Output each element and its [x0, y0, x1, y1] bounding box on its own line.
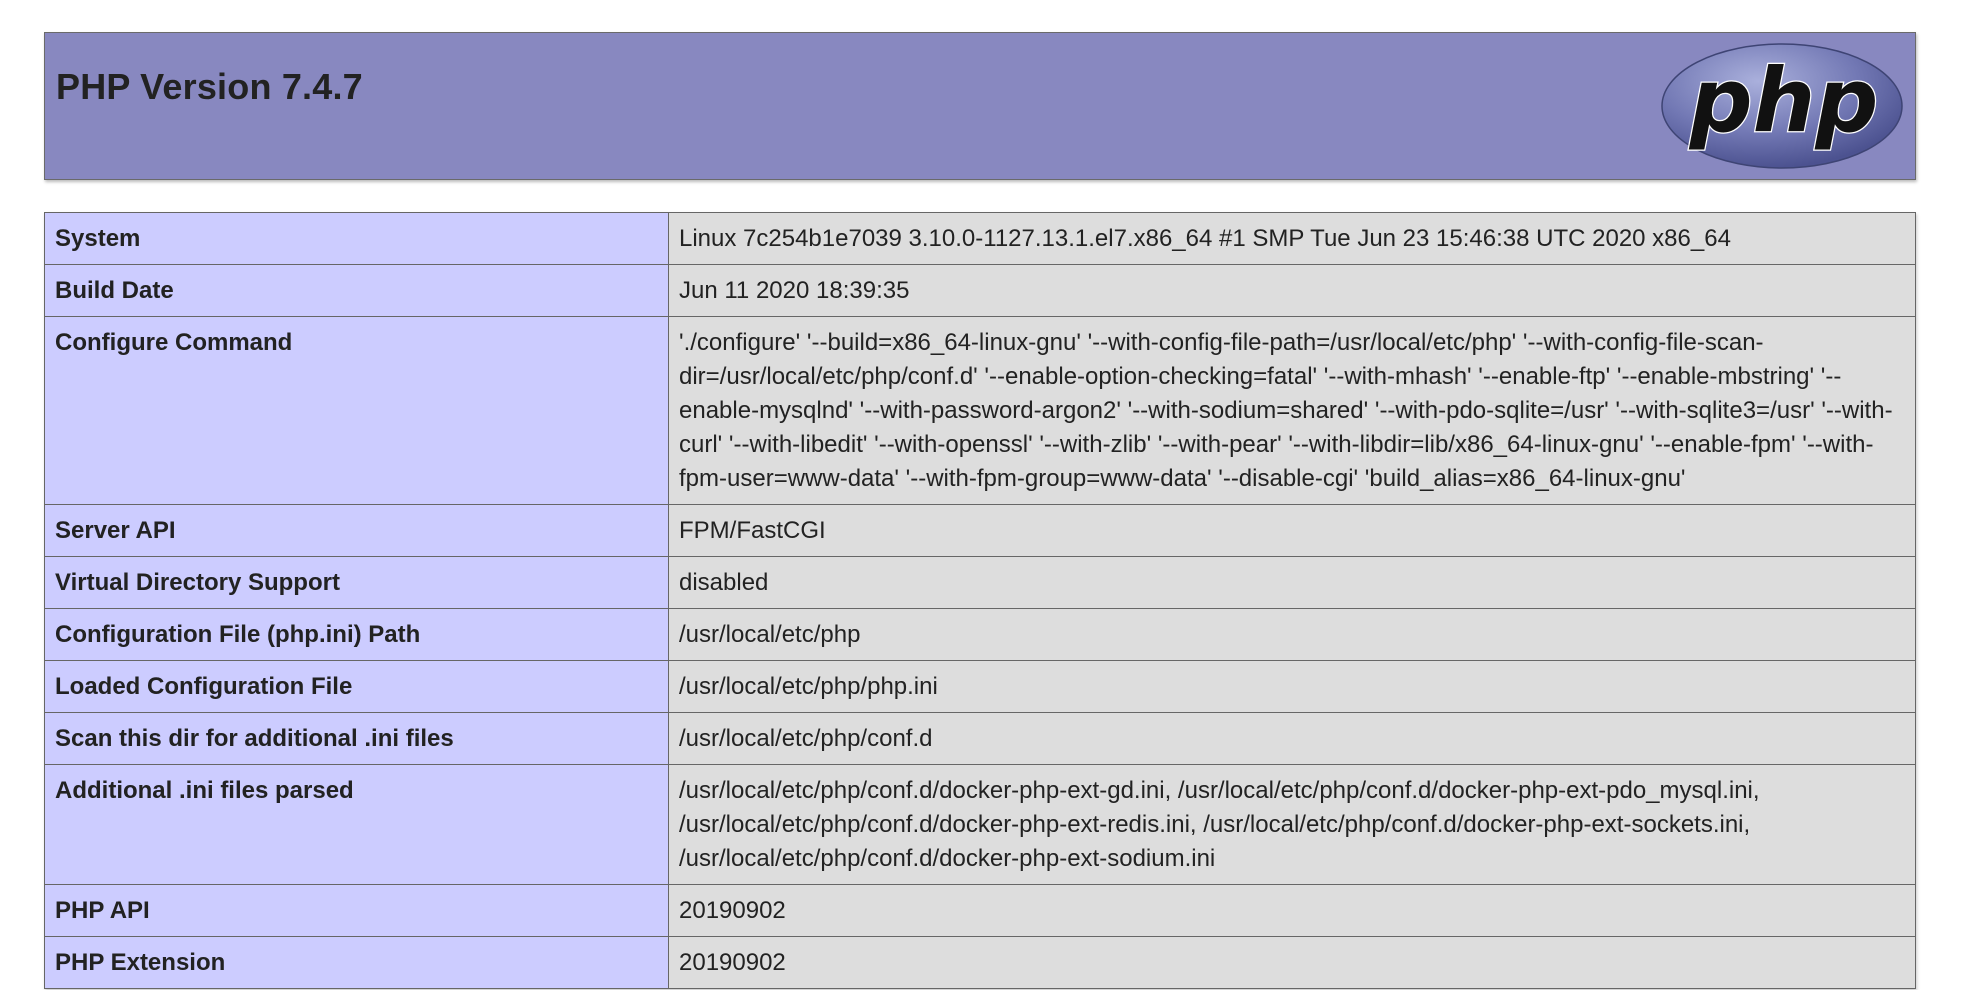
table-row: Additional .ini files parsed/usr/local/e…: [44, 764, 1916, 885]
row-value: /usr/local/etc/php/conf.d: [668, 712, 1916, 765]
row-value: /usr/local/etc/php/php.ini: [668, 660, 1916, 713]
row-value: /usr/local/etc/php/conf.d/docker-php-ext…: [668, 764, 1916, 885]
row-key: Build Date: [44, 264, 669, 317]
info-table-body: System Linux 7c254b1e7039 3.10.0-1127.13.…: [44, 212, 1916, 989]
row-key: Additional .ini files parsed: [44, 764, 669, 885]
row-value: 20190902: [668, 884, 1916, 937]
page-title: PHP Version 7.4.7: [56, 66, 363, 107]
row-key: Configure Command: [44, 316, 669, 505]
row-key: Server API: [44, 504, 669, 557]
row-value: 20190902: [668, 936, 1916, 989]
table-row: PHP Extension 20190902: [44, 936, 1916, 989]
row-value: './configure' '--build=x86_64-linux-gnu'…: [668, 316, 1916, 505]
table-row: Loaded Configuration File/usr/local/etc/…: [44, 660, 1916, 713]
table-row: PHP API 20190902: [44, 884, 1916, 937]
table-row: System Linux 7c254b1e7039 3.10.0-1127.13.…: [44, 212, 1916, 265]
table-row: Virtual Directory Support disabled: [44, 556, 1916, 609]
row-key: PHP API: [44, 884, 669, 937]
table-row: Build Date Jun 11 2020 18:39:35: [44, 264, 1916, 317]
row-value: disabled: [668, 556, 1916, 609]
row-key: Loaded Configuration File: [44, 660, 669, 713]
table-row: Scan this dir for additional .ini files /…: [44, 712, 1916, 765]
php-logo-icon: php: [1661, 43, 1903, 169]
phpinfo-page: PHP Version 7.4.7 php System Linux 7c254b…: [44, 32, 1916, 989]
table-row: Server API FPM/FastCGI: [44, 504, 1916, 557]
row-key: Configuration File (php.ini) Path: [44, 608, 669, 661]
row-value: Linux 7c254b1e7039 3.10.0-1127.13.1.el7.…: [668, 212, 1916, 265]
table-row: Configuration File (php.ini) Path/usr/lo…: [44, 608, 1916, 661]
row-key: Scan this dir for additional .ini files: [44, 712, 669, 765]
table-row: Configure Command './configure' '--build=…: [44, 316, 1916, 505]
row-key: PHP Extension: [44, 936, 669, 989]
php-logo-text: php: [1689, 49, 1879, 152]
row-key: Virtual Directory Support: [44, 556, 669, 609]
row-value: Jun 11 2020 18:39:35: [668, 264, 1916, 317]
row-value: /usr/local/etc/php: [668, 608, 1916, 661]
info-table: System Linux 7c254b1e7039 3.10.0-1127.13.…: [44, 212, 1916, 989]
row-key: System: [44, 212, 669, 265]
row-value: FPM/FastCGI: [668, 504, 1916, 557]
version-header: PHP Version 7.4.7 php: [44, 32, 1916, 180]
